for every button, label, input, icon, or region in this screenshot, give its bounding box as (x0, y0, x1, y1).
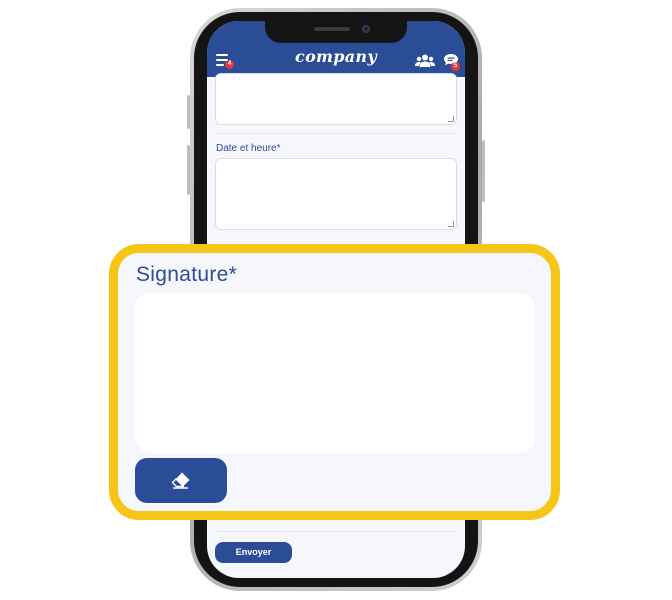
signature-label: Signature* (136, 263, 238, 286)
phone-power-button (482, 140, 485, 202)
stage: 4 company 5 Date et heure* Envoyer Signa… (0, 0, 672, 600)
field-divider (215, 531, 457, 532)
previous-field-textarea[interactable] (215, 73, 457, 125)
submit-button[interactable]: Envoyer (215, 542, 292, 563)
phone-volume-button (187, 145, 190, 195)
speaker-grille (314, 27, 350, 31)
users-group-icon[interactable] (415, 54, 435, 72)
resize-handle[interactable] (448, 116, 454, 122)
date-time-textarea[interactable] (215, 158, 457, 230)
date-time-label: Date et heure* (216, 143, 281, 154)
front-camera (362, 25, 370, 33)
resize-handle[interactable] (448, 221, 454, 227)
signature-zoom-callout: Signature* (109, 244, 560, 520)
signature-pad[interactable] (135, 293, 535, 453)
chat-badge: 5 (451, 62, 460, 71)
field-divider (215, 133, 457, 134)
chat-bubble-icon[interactable]: 5 (443, 53, 460, 72)
phone-notch (265, 21, 407, 43)
eraser-icon (171, 472, 190, 489)
clear-signature-button[interactable] (135, 458, 227, 503)
phone-side-button (187, 95, 190, 129)
